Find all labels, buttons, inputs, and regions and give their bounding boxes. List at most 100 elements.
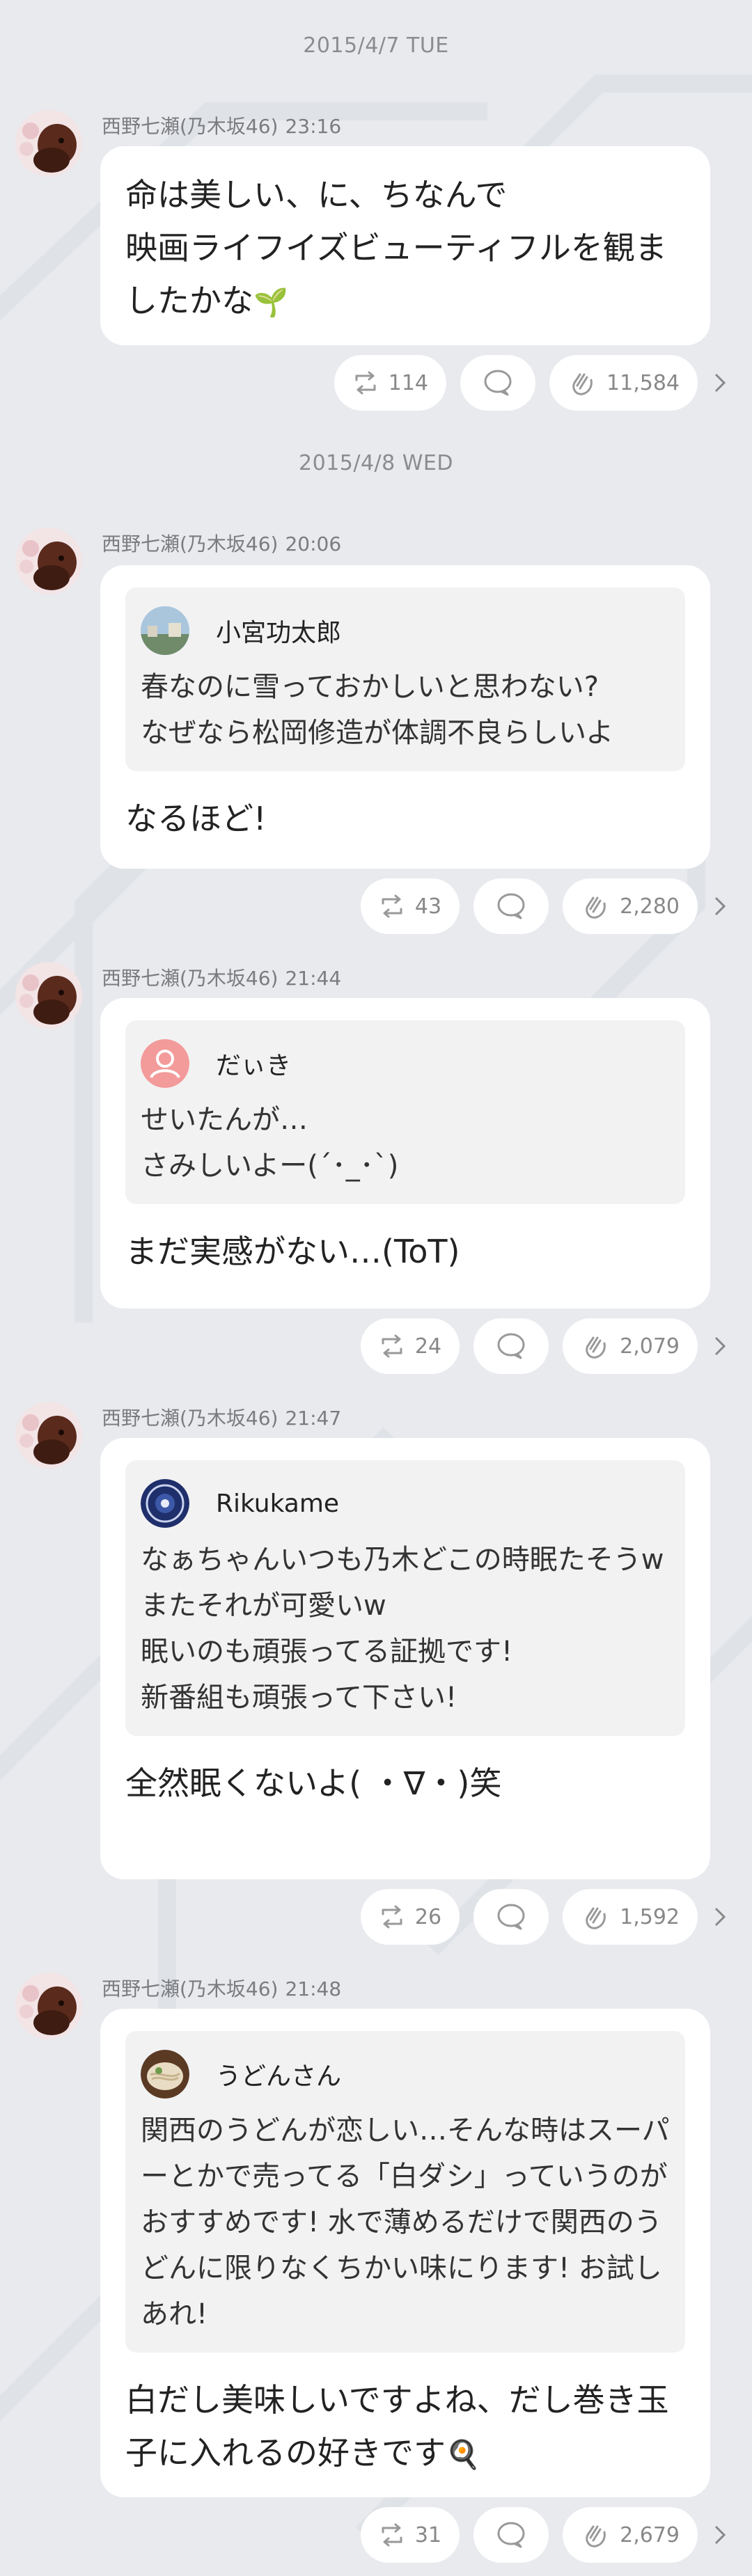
message-text: 白だし美味しいですよね、だし巻き玉子に入れるの好きです🍳	[125, 2373, 685, 2481]
quoted-text: 春なのに雪っておかしいと思わない? なぜなら松岡修造が体調不良らしいよ	[141, 671, 614, 749]
post-meta: 西野七瀬(乃木坂46) 21:47	[102, 1403, 341, 1431]
comment-button[interactable]	[473, 1889, 549, 1945]
repost-icon	[382, 2523, 402, 2547]
post-actions: 31 2,679	[360, 2507, 728, 2563]
post-time: 23:16	[285, 115, 342, 138]
more-chevron-icon[interactable]	[712, 2521, 728, 2549]
dog-avatar-icon	[15, 1402, 82, 1469]
quoted-author: うどんさん	[216, 2062, 342, 2091]
clap-icon	[586, 896, 606, 919]
default-user-avatar-icon	[141, 1039, 189, 1088]
dog-avatar-icon	[15, 110, 82, 177]
dog-avatar-icon	[15, 962, 82, 1029]
repost-icon	[382, 1334, 402, 1358]
retweet-button[interactable]: 26	[360, 1889, 460, 1945]
avatar[interactable]	[15, 1402, 82, 1469]
clap-button[interactable]: 2,679	[563, 2507, 698, 2563]
post-time: 21:47	[285, 1407, 342, 1430]
retweet-button[interactable]: 43	[360, 878, 460, 934]
dog-avatar-icon	[15, 1973, 82, 2039]
quoted-author: 小宮功太郎	[216, 619, 342, 647]
quoted-text: 関西のうどんが恋しい…そんな時はスーパーとかで売ってる「白ダシ」っていうのがおす…	[141, 2115, 670, 2330]
retweet-count: 26	[414, 1904, 442, 1929]
post-actions: 24 2,079	[360, 1318, 728, 1374]
clap-icon	[572, 373, 593, 395]
message-body: 白だし美味しいですよね、だし巻き玉子に入れるの好きです	[125, 2381, 669, 2472]
repost-icon	[355, 371, 376, 395]
quoted-text: なぁちゃんいつも乃木どこの時眠たそうw またそれが可愛いw 眠いのも頑張ってる証…	[141, 1544, 664, 1714]
seedling-emoji-icon: 🌱	[253, 287, 288, 319]
comment-button[interactable]	[473, 2507, 549, 2563]
quoted-avatar	[141, 1479, 189, 1528]
quoted-text: せいたんが… さみしいよー(´･_･`)	[141, 1104, 399, 1182]
post-meta: 西野七瀬(乃木坂46) 23:16	[102, 111, 341, 139]
quoted-header: だぃき	[141, 1038, 670, 1089]
quoted-avatar	[141, 2050, 189, 2099]
message-bubble[interactable]: だぃき せいたんが… さみしいよー(´･_･`) まだ実感がない…(ToT)	[100, 998, 710, 1309]
avatar[interactable]	[15, 1973, 82, 2039]
clap-count: 2,079	[620, 1334, 680, 1359]
message-bubble[interactable]: Rikukame なぁちゃんいつも乃木どこの時眠たそうw またそれが可愛いw 眠…	[100, 1438, 710, 1879]
message-bubble[interactable]: 小宮功太郎 春なのに雪っておかしいと思わない? なぜなら松岡修造が体調不良らしい…	[100, 565, 710, 869]
retweet-count: 114	[388, 370, 429, 395]
comment-button[interactable]	[473, 878, 549, 934]
quoted-header: うどんさん	[141, 2049, 670, 2099]
comment-icon	[497, 1333, 525, 1359]
clap-count: 2,280	[620, 894, 680, 919]
comment-button[interactable]	[473, 1318, 549, 1374]
post-actions: 43 2,280	[360, 878, 728, 934]
retweet-button[interactable]: 31	[360, 2507, 460, 2563]
more-chevron-icon[interactable]	[712, 369, 728, 397]
more-chevron-icon[interactable]	[712, 1332, 728, 1360]
message-bubble[interactable]: うどんさん 関西のうどんが恋しい…そんな時はスーパーとかで売ってる「白ダシ」って…	[100, 2009, 710, 2497]
date-separator: 2015/4/7 TUE	[303, 33, 449, 58]
comment-button[interactable]	[460, 355, 536, 411]
egg-pan-emoji-icon: 🍳	[446, 2439, 480, 2471]
more-chevron-icon[interactable]	[712, 1903, 728, 1931]
avatar[interactable]	[15, 528, 82, 594]
clap-button[interactable]: 1,592	[563, 1889, 698, 1945]
post-meta: 西野七瀬(乃木坂46) 21:48	[102, 1974, 341, 2002]
clap-button[interactable]: 2,280	[563, 878, 698, 934]
clap-count: 11,584	[606, 370, 680, 395]
landscape-avatar-icon	[141, 606, 189, 655]
repost-icon	[382, 1905, 402, 1929]
post-time: 20:06	[285, 532, 342, 555]
message-text: 命は美しい、に、ちなんで 映画ライフイズビューティフルを観ましたかな🌱	[125, 168, 685, 329]
clap-count: 2,679	[620, 2522, 680, 2547]
repost-icon	[382, 894, 402, 918]
quoted-message[interactable]: Rikukame なぁちゃんいつも乃木どこの時眠たそうw またそれが可愛いw 眠…	[125, 1460, 685, 1736]
quoted-author: だぃき	[216, 1052, 292, 1080]
quoted-avatar	[141, 606, 189, 655]
avatar[interactable]	[15, 962, 82, 1029]
comment-icon	[497, 893, 525, 919]
quoted-message[interactable]: うどんさん 関西のうどんが恋しい…そんな時はスーパーとかで売ってる「白ダシ」って…	[125, 2031, 685, 2353]
quoted-message[interactable]: だぃき せいたんが… さみしいよー(´･_･`)	[125, 1020, 685, 1204]
clap-button[interactable]: 2,079	[563, 1318, 698, 1374]
quoted-message[interactable]: 小宮功太郎 春なのに雪っておかしいと思わない? なぜなら松岡修造が体調不良らしい…	[125, 587, 685, 771]
more-chevron-icon[interactable]	[712, 892, 728, 920]
retweet-button[interactable]: 24	[360, 1318, 460, 1374]
author-name[interactable]: 西野七瀬(乃木坂46)	[102, 967, 278, 990]
post-time: 21:44	[285, 967, 342, 990]
clap-count: 1,592	[620, 1904, 680, 1929]
quoted-header: 小宮功太郎	[141, 606, 670, 656]
clap-button[interactable]: 11,584	[549, 355, 698, 411]
author-name[interactable]: 西野七瀬(乃木坂46)	[102, 532, 278, 555]
author-name[interactable]: 西野七瀬(乃木坂46)	[102, 115, 278, 138]
author-name[interactable]: 西野七瀬(乃木坂46)	[102, 1407, 278, 1430]
avatar[interactable]	[15, 110, 82, 177]
author-name[interactable]: 西野七瀬(乃木坂46)	[102, 1977, 278, 2000]
post-meta: 西野七瀬(乃木坂46) 21:44	[102, 963, 341, 991]
message-text: まだ実感がない…(ToT)	[125, 1233, 460, 1270]
message-text: なるほど!	[125, 800, 267, 837]
quoted-author: Rikukame	[216, 1489, 340, 1518]
post-actions: 114 11,584	[334, 355, 728, 411]
retweet-button[interactable]: 114	[334, 355, 447, 411]
clap-icon	[586, 1907, 606, 1929]
quoted-avatar	[141, 1039, 189, 1088]
comment-icon	[497, 1904, 525, 1930]
date-separator: 2015/4/8 WED	[299, 451, 453, 475]
message-bubble[interactable]: 命は美しい、に、ちなんで 映画ライフイズビューティフルを観ましたかな🌱	[100, 146, 710, 345]
retweet-count: 31	[414, 2522, 442, 2547]
